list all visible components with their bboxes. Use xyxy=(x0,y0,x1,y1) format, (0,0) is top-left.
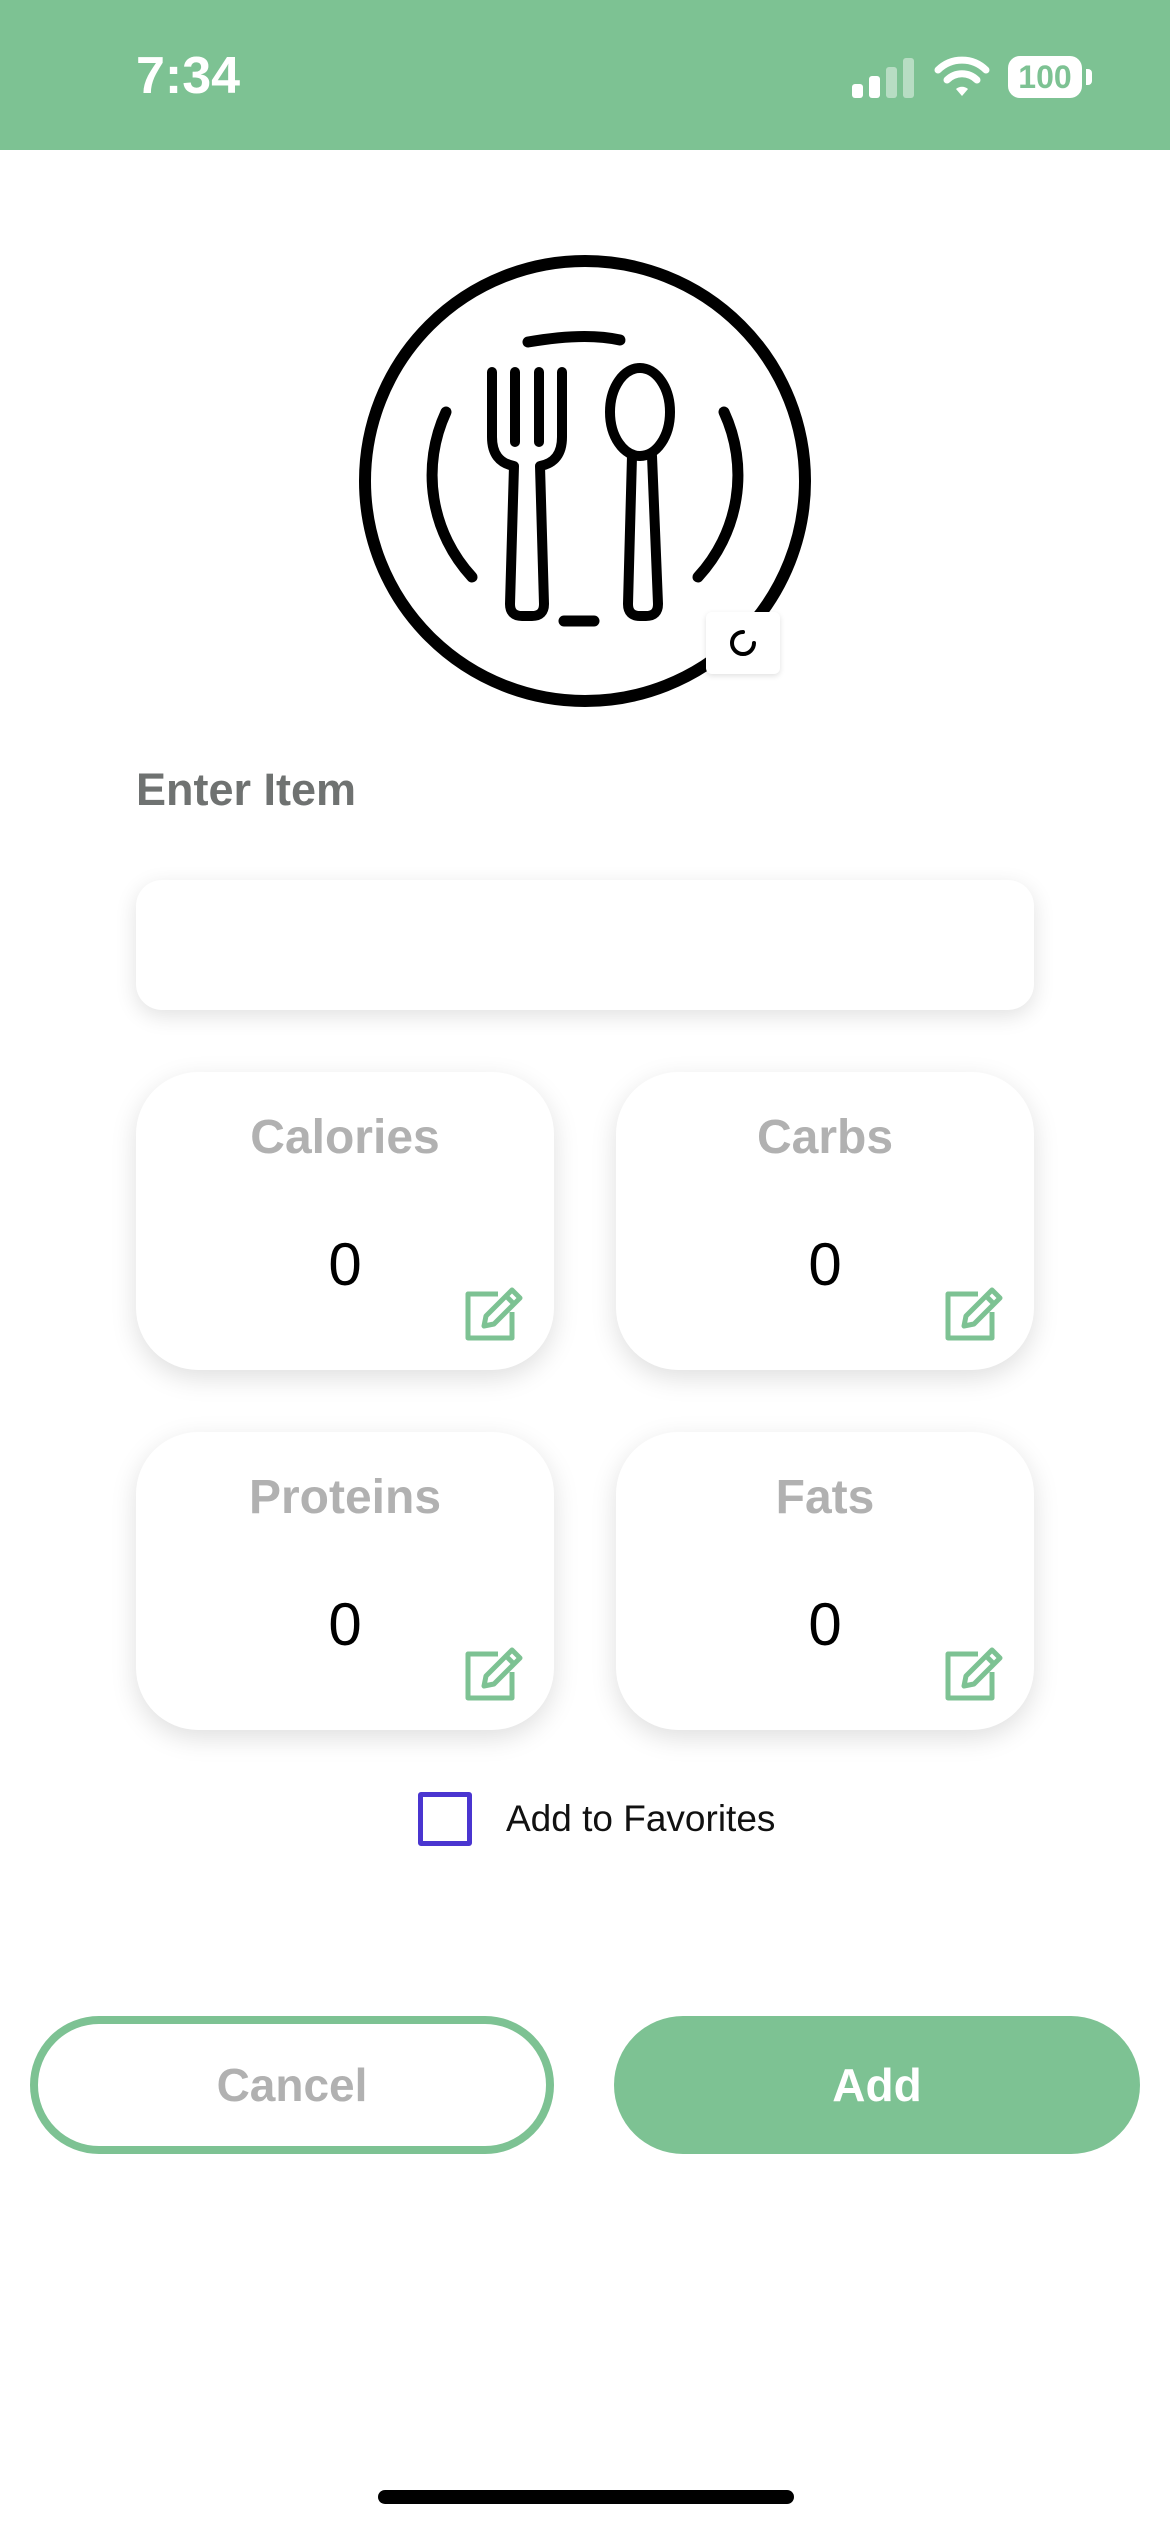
battery-tip xyxy=(1086,69,1092,85)
edit-icon[interactable] xyxy=(462,1282,526,1342)
add-food-screen: 7:34 100 Enter Item Calories 0 Carbs 0 P… xyxy=(0,0,1170,2532)
proteins-label: Proteins xyxy=(248,1471,442,1524)
item-name-input[interactable] xyxy=(136,880,1034,1010)
wifi-icon xyxy=(934,56,990,96)
edit-icon[interactable] xyxy=(942,1642,1006,1702)
add-to-favorites-checkbox[interactable] xyxy=(418,1792,472,1846)
edit-icon[interactable] xyxy=(462,1642,526,1702)
proteins-card[interactable]: Proteins 0 xyxy=(136,1432,554,1730)
camera-icon xyxy=(730,630,756,656)
calories-card[interactable]: Calories 0 xyxy=(136,1072,554,1370)
calories-label: Calories xyxy=(250,1111,440,1164)
fats-label: Fats xyxy=(775,1471,875,1524)
cancel-button[interactable]: Cancel xyxy=(30,2016,554,2154)
carbs-card[interactable]: Carbs 0 xyxy=(616,1072,1034,1370)
status-bar: 7:34 100 xyxy=(0,0,1170,150)
battery-indicator: 100 xyxy=(1008,56,1092,98)
enter-item-label: Enter Item xyxy=(136,764,357,815)
camera-button[interactable] xyxy=(706,612,780,674)
home-indicator xyxy=(378,2490,794,2504)
add-to-favorites-label[interactable]: Add to Favorites xyxy=(506,1798,775,1840)
add-button[interactable]: Add xyxy=(614,2016,1140,2154)
edit-icon[interactable] xyxy=(942,1282,1006,1342)
fats-card[interactable]: Fats 0 xyxy=(616,1432,1034,1730)
battery-level: 100 xyxy=(1018,59,1072,95)
cellular-signal-icon xyxy=(852,58,914,98)
carbs-label: Carbs xyxy=(756,1111,894,1164)
status-time: 7:34 xyxy=(136,47,241,105)
